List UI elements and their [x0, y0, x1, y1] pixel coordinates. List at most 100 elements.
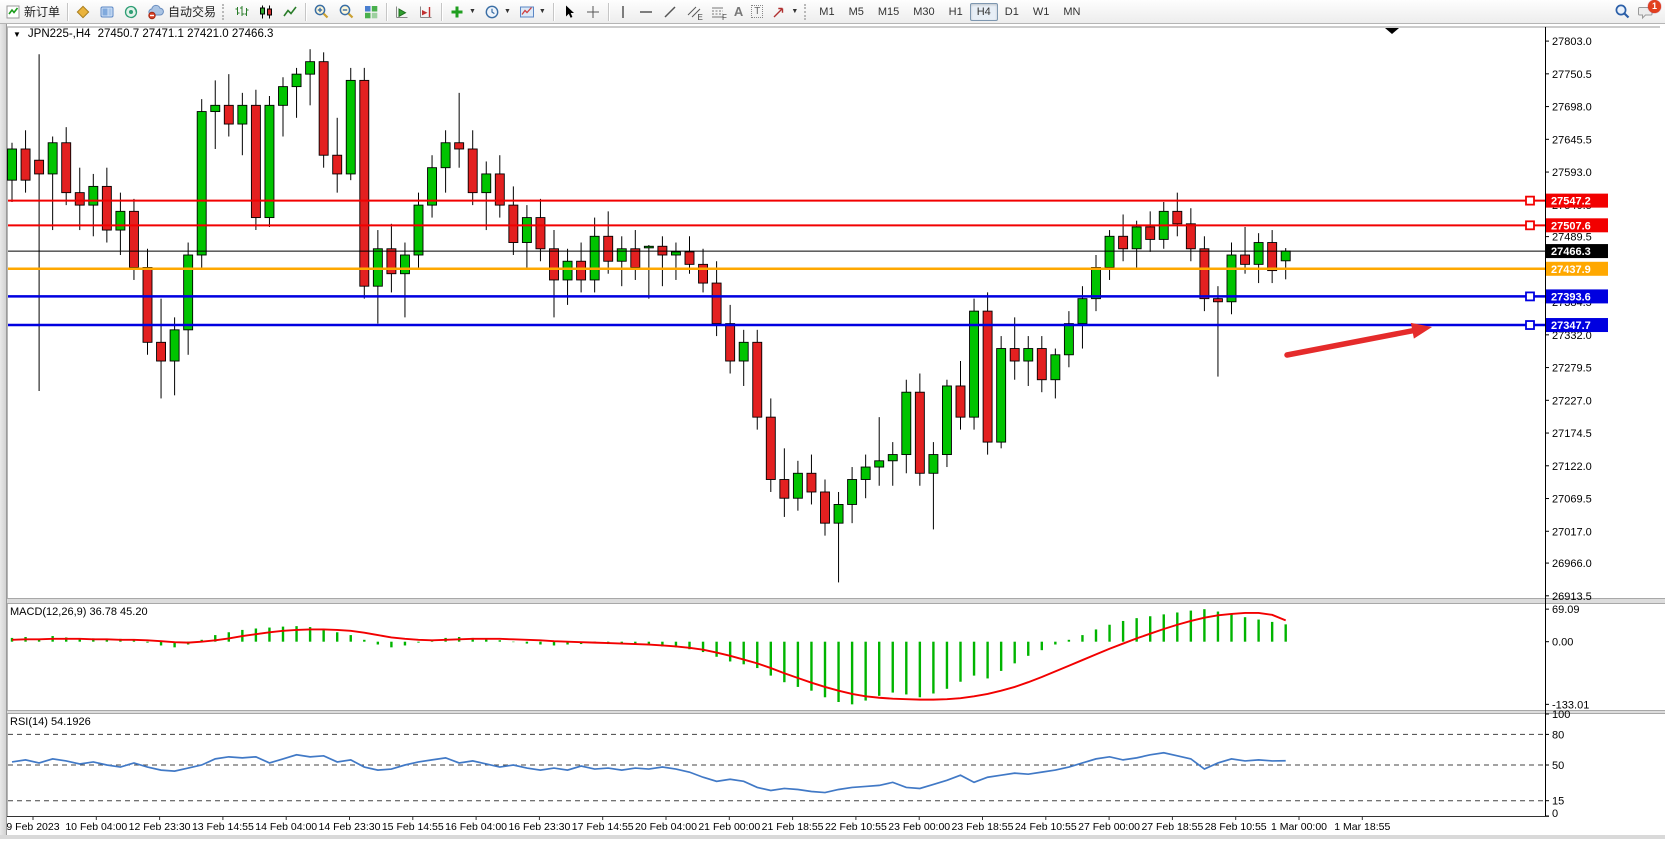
svg-text:1 Mar 18:55: 1 Mar 18:55 [1334, 821, 1390, 833]
svg-text:23 Feb 00:00: 23 Feb 00:00 [888, 821, 950, 833]
separator [67, 3, 68, 21]
new-order-button[interactable]: 新订单 [1, 2, 64, 22]
rsi-panel [8, 734, 1545, 800]
autotrading-button[interactable]: 自动交易 [143, 2, 220, 22]
toolbar: 新订单 自动交易 [0, 0, 1665, 24]
svg-text:27347.7: 27347.7 [1551, 320, 1591, 332]
rsi-indicator-label: RSI(14) 54.1926 [10, 716, 91, 728]
text-tool[interactable]: A [730, 2, 747, 22]
new-order-label: 新订单 [24, 3, 60, 20]
tab-timeframe-m1[interactable]: M1 [812, 3, 841, 21]
tile-windows-icon [363, 4, 379, 20]
svg-text:27069.5: 27069.5 [1552, 494, 1592, 506]
tab-timeframe-m5[interactable]: M5 [842, 3, 871, 21]
trend-arrow-annotation[interactable] [1287, 323, 1432, 355]
chart-shift-icon [418, 4, 434, 20]
equidistant-channel-tool[interactable]: E [682, 2, 706, 22]
crosshair-button[interactable] [581, 2, 605, 22]
svg-text:16 Feb 04:00: 16 Feb 04:00 [445, 821, 507, 833]
svg-text:0.00: 0.00 [1552, 637, 1573, 649]
tile-windows-button[interactable] [359, 2, 383, 22]
candlestick-chart-button[interactable] [254, 2, 278, 22]
svg-text:27393.6: 27393.6 [1551, 291, 1591, 303]
horizontal-line-tool[interactable] [634, 2, 658, 22]
price-chart-canvas[interactable]: 27803.027750.527698.027645.527593.027540… [0, 24, 1665, 839]
chart-title: ▼ JPN225-,H4 27450.7 27471.1 27421.0 274… [13, 28, 273, 40]
svg-text:17 Feb 14:55: 17 Feb 14:55 [572, 821, 634, 833]
svg-text:20 Feb 04:00: 20 Feb 04:00 [635, 821, 697, 833]
indicators-button[interactable]: ▼ [445, 2, 480, 22]
tab-timeframe-d1[interactable]: D1 [998, 3, 1026, 21]
horizontal-line-icon [638, 4, 654, 20]
vertical-line-icon [616, 4, 630, 20]
svg-text:21 Feb 00:00: 21 Feb 00:00 [698, 821, 760, 833]
svg-text:10 Feb 04:00: 10 Feb 04:00 [65, 821, 127, 833]
svg-text:28 Feb 10:55: 28 Feb 10:55 [1205, 821, 1267, 833]
window-left-edge [0, 24, 7, 839]
chart-menu-arrow-icon[interactable]: ▼ [13, 30, 21, 39]
chart-symbol-period: JPN225-,H4 [28, 28, 91, 40]
bar-chart-button[interactable] [230, 2, 254, 22]
svg-text:27227.0: 27227.0 [1552, 395, 1592, 407]
svg-text:69.09: 69.09 [1552, 604, 1580, 616]
metaeditor-button[interactable] [71, 2, 95, 22]
radar-icon [123, 4, 139, 20]
search-icon[interactable] [1614, 3, 1631, 20]
separator [305, 3, 306, 21]
svg-text:23 Feb 18:55: 23 Feb 18:55 [952, 821, 1014, 833]
line-handle[interactable] [1526, 221, 1534, 229]
svg-text:27803.0: 27803.0 [1552, 36, 1592, 48]
terminal-button[interactable] [95, 2, 119, 22]
arrows-tool[interactable]: ▼ [767, 2, 802, 22]
tab-timeframe-m15[interactable]: M15 [871, 3, 906, 21]
tab-timeframe-h4[interactable]: H4 [970, 3, 998, 21]
svg-text:24 Feb 10:55: 24 Feb 10:55 [1015, 821, 1077, 833]
chart-shift-button[interactable] [414, 2, 438, 22]
trendline-tool[interactable] [658, 2, 682, 22]
chart-window: 27803.027750.527698.027645.527593.027540… [0, 24, 1665, 839]
separator [553, 3, 554, 21]
svg-text:27507.6: 27507.6 [1551, 220, 1591, 232]
svg-text:26913.5: 26913.5 [1552, 591, 1592, 603]
notifications-button[interactable]: 1 [1637, 4, 1655, 20]
tab-timeframe-mn[interactable]: MN [1056, 3, 1087, 21]
chart-shift-marker-icon[interactable] [1385, 28, 1399, 34]
auto-scroll-button[interactable] [390, 2, 414, 22]
toolbar-grip [804, 4, 808, 20]
tab-timeframe-w1[interactable]: W1 [1026, 3, 1057, 21]
bar-chart-icon [234, 4, 250, 20]
zoom-in-button[interactable] [309, 2, 334, 22]
svg-text:27593.0: 27593.0 [1552, 167, 1592, 179]
tab-timeframe-m30[interactable]: M30 [906, 3, 941, 21]
line-chart-button[interactable] [278, 2, 302, 22]
templates-button[interactable]: ▼ [515, 2, 550, 22]
vertical-line-tool[interactable] [612, 2, 634, 22]
tab-timeframe-h1[interactable]: H1 [942, 3, 970, 21]
chart-ohlc-values: 27450.7 27471.1 27421.0 27466.3 [98, 28, 274, 40]
text-label-icon: T [751, 5, 763, 18]
line-handle[interactable] [1526, 292, 1534, 300]
rsi-line [12, 753, 1286, 793]
periods-button[interactable]: ▼ [480, 2, 515, 22]
svg-text:15: 15 [1552, 796, 1564, 808]
svg-text:13 Feb 14:55: 13 Feb 14:55 [192, 821, 254, 833]
clock-icon [484, 4, 500, 20]
channel-letter: E [698, 13, 703, 22]
zoom-out-button[interactable] [334, 2, 359, 22]
candlestick-chart-icon [258, 4, 274, 20]
equidistant-channel-icon: E [686, 4, 702, 20]
fibonacci-tool[interactable]: F [706, 2, 730, 22]
window-bottom-edge [0, 835, 1665, 839]
line-handle[interactable] [1526, 197, 1534, 205]
notification-badge: 1 [1648, 0, 1661, 13]
strategy-tester-button[interactable] [119, 2, 143, 22]
text-label-tool[interactable]: T [747, 2, 767, 22]
candlesticks [8, 49, 1291, 582]
zoom-in-icon [313, 3, 330, 20]
cursor-button[interactable] [557, 2, 581, 22]
line-handle[interactable] [1526, 321, 1534, 329]
auto-scroll-icon [394, 4, 410, 20]
toolbar-grip [222, 4, 226, 20]
svg-text:0: 0 [1552, 808, 1558, 820]
svg-text:15 Feb 14:55: 15 Feb 14:55 [382, 821, 444, 833]
